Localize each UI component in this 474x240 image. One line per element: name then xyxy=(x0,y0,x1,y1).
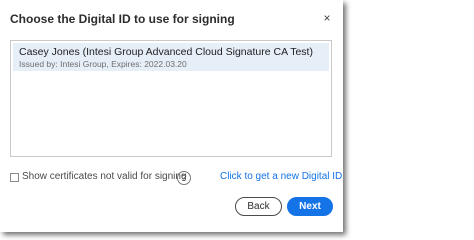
digital-id-list: Casey Jones (Intesi Group Advanced Cloud… xyxy=(10,40,332,157)
next-button[interactable]: Next xyxy=(287,197,333,216)
show-invalid-certs-checkbox[interactable] xyxy=(10,173,19,182)
close-icon[interactable]: × xyxy=(321,11,333,25)
digital-id-item[interactable]: Casey Jones (Intesi Group Advanced Cloud… xyxy=(13,43,329,71)
get-new-digital-id-link[interactable]: Click to get a new Digital ID xyxy=(220,171,342,182)
show-invalid-certs-label: Show certificates not valid for signing xyxy=(22,171,187,182)
digital-id-issuer: Issued by: Intesi Group, Expires: 2022.0… xyxy=(19,59,187,69)
dialog-title: Choose the Digital ID to use for signing xyxy=(10,12,235,26)
help-icon[interactable]: ? xyxy=(177,171,191,185)
digital-id-name: Casey Jones (Intesi Group Advanced Cloud… xyxy=(19,46,313,58)
back-button[interactable]: Back xyxy=(235,197,282,216)
digital-id-dialog: Choose the Digital ID to use for signing… xyxy=(0,0,343,232)
